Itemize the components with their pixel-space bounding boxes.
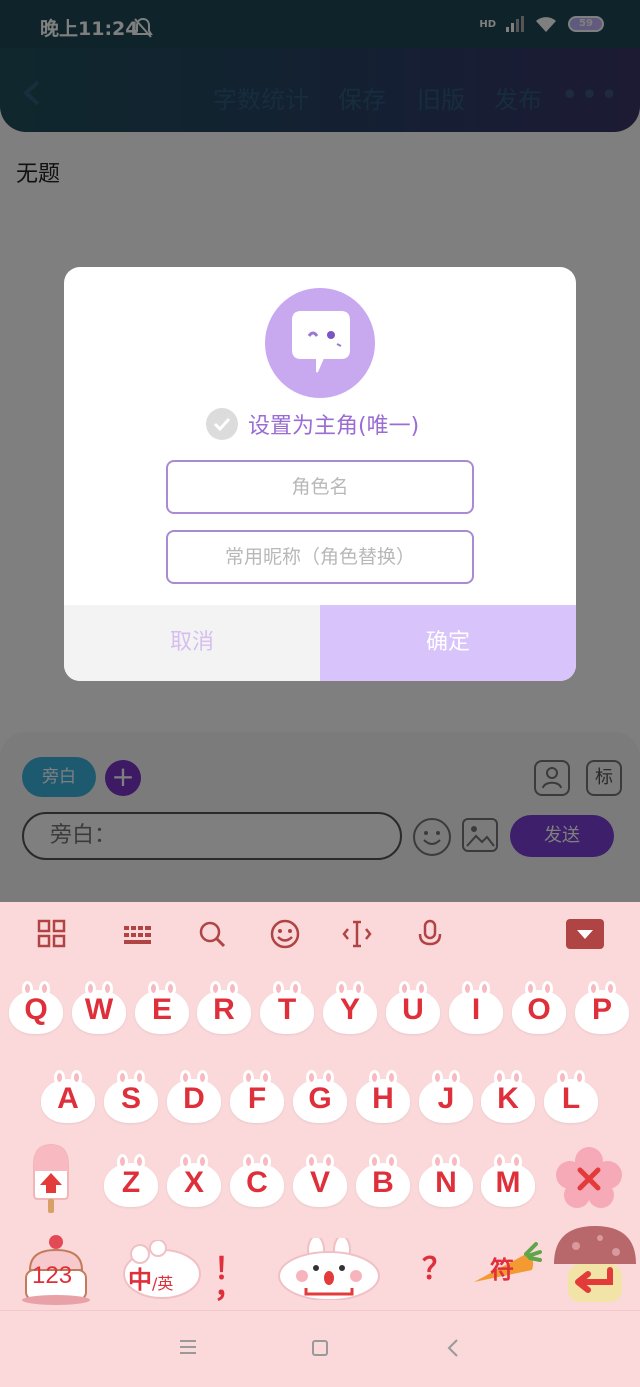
language-key-sub: /英 — [152, 1274, 174, 1293]
key-question[interactable]: ？ — [422, 1244, 452, 1288]
key-e[interactable]: E — [134, 981, 190, 1035]
key-l[interactable]: L — [543, 1070, 599, 1124]
key-z[interactable]: Z — [103, 1154, 159, 1208]
key-s[interactable]: S — [103, 1070, 159, 1124]
key-m[interactable]: M — [480, 1154, 536, 1208]
popsicle-shift-icon — [33, 1143, 69, 1213]
key-w[interactable]: W — [71, 981, 127, 1035]
key-b[interactable]: B — [355, 1154, 411, 1208]
chat-bubble-icon — [292, 311, 350, 373]
key-r[interactable]: R — [196, 981, 252, 1035]
grid-menu-icon[interactable] — [36, 918, 68, 950]
flower-delete-icon — [556, 1147, 622, 1208]
numbers-key[interactable]: 123 — [20, 1232, 92, 1306]
key-x[interactable]: X — [166, 1154, 222, 1208]
symbols-key[interactable]: 符 — [470, 1242, 542, 1290]
key-i[interactable]: I — [448, 981, 504, 1035]
key-j[interactable]: J — [418, 1070, 474, 1124]
confirm-button[interactable]: 确定 — [320, 605, 576, 681]
key-k[interactable]: K — [480, 1070, 536, 1124]
role-name-input[interactable]: 角色名 — [166, 460, 474, 514]
key-a[interactable]: A — [40, 1070, 96, 1124]
space-key[interactable] — [276, 1235, 382, 1301]
search-icon[interactable] — [196, 918, 228, 950]
home-square-icon[interactable] — [311, 1339, 329, 1357]
delete-key[interactable] — [556, 1147, 622, 1209]
system-nav-bar — [0, 1310, 640, 1387]
enter-key[interactable] — [550, 1222, 640, 1304]
cursor-move-icon[interactable] — [341, 918, 373, 950]
back-chevron-icon[interactable] — [446, 1338, 460, 1358]
cancel-button[interactable]: 取消 — [64, 605, 320, 681]
key-o[interactable]: O — [511, 981, 567, 1035]
mushroom-enter-icon — [554, 1226, 636, 1302]
key-q[interactable]: Q — [8, 981, 64, 1035]
numbers-key-label: 123 — [32, 1262, 73, 1289]
check-icon[interactable] — [206, 408, 238, 440]
language-switch-key[interactable]: 中 /英 — [118, 1239, 204, 1300]
symbols-key-label: 符 — [490, 1256, 514, 1284]
key-d[interactable]: D — [166, 1070, 222, 1124]
collapse-keyboard-icon[interactable] — [566, 919, 604, 949]
nickname-input[interactable]: 常用昵称（角色替换） — [166, 530, 474, 584]
key-c[interactable]: C — [229, 1154, 285, 1208]
avatar[interactable] — [265, 288, 375, 398]
language-key-main: 中 — [128, 1266, 152, 1294]
key-y[interactable]: Y — [322, 981, 378, 1035]
key-n[interactable]: N — [418, 1154, 474, 1208]
key-v[interactable]: V — [292, 1154, 348, 1208]
key-comma[interactable]: ， — [214, 1262, 244, 1306]
microphone-icon[interactable] — [414, 918, 446, 950]
key-g[interactable]: G — [292, 1070, 348, 1124]
menu-lines-icon[interactable] — [178, 1339, 198, 1355]
create-role-dialog: 设置为主角(唯一) 角色名 常用昵称（角色替换） 取消 确定 — [64, 267, 576, 681]
key-p[interactable]: P — [574, 981, 630, 1035]
keyboard-layout-icon[interactable] — [122, 918, 154, 950]
main-role-checkbox[interactable]: 设置为主角(唯一) — [206, 408, 419, 440]
main-role-label: 设置为主角(唯一) — [248, 414, 420, 439]
key-u[interactable]: U — [385, 981, 441, 1035]
shift-key[interactable] — [28, 1143, 74, 1215]
key-t[interactable]: T — [259, 981, 315, 1035]
bunny-space-icon — [278, 1235, 380, 1301]
key-h[interactable]: H — [355, 1070, 411, 1124]
key-f[interactable]: F — [229, 1070, 285, 1124]
emoji-icon[interactable] — [269, 918, 301, 950]
